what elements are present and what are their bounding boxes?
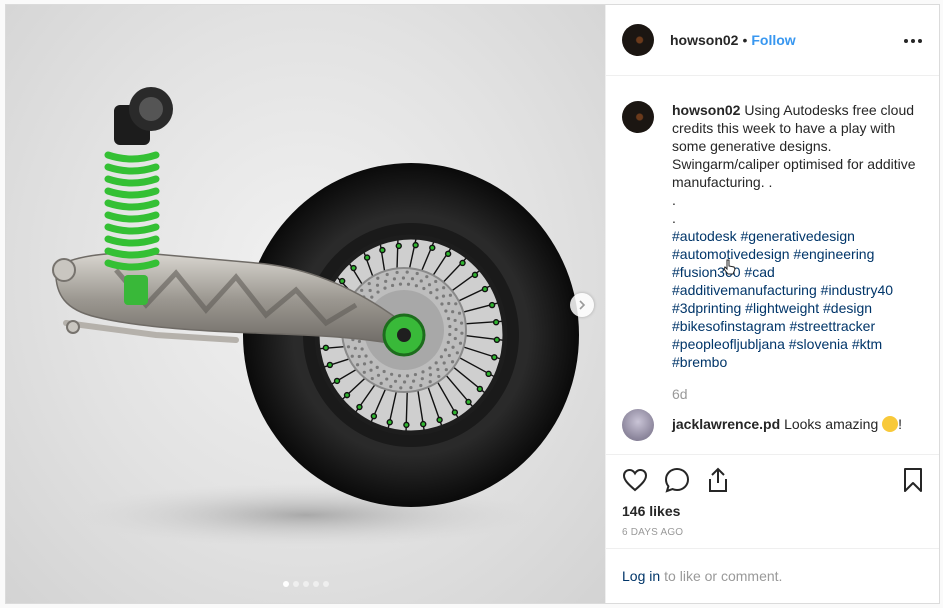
- caption-dot: .: [672, 192, 676, 208]
- carousel-dot: [302, 581, 309, 587]
- caption-body: howson02 Using Autodesks free cloud cred…: [672, 101, 922, 403]
- commenter-avatar[interactable]: [622, 409, 654, 441]
- star-struck-emoji-icon: [882, 416, 899, 432]
- hashtag-link[interactable]: #brembo: [672, 354, 727, 370]
- caption-timestamp[interactable]: 6d: [672, 385, 922, 403]
- separator: •: [742, 32, 748, 48]
- pointer-cursor-icon: [723, 259, 736, 275]
- like-button[interactable]: [622, 468, 648, 492]
- post-card: howson02 • Follow howson02 Using Autodes…: [5, 4, 940, 604]
- avatar[interactable]: [622, 24, 654, 56]
- hashtag-link[interactable]: #ktm: [852, 336, 882, 352]
- comment-item: jacklawrence.pd Looks amazing !: [622, 409, 923, 441]
- comments-section[interactable]: howson02 Using Autodesks free cloud cred…: [606, 77, 939, 453]
- login-prompt: Log in to like or comment.: [606, 548, 939, 603]
- hashtag-link[interactable]: #autodesk: [672, 228, 737, 244]
- hashtag-link[interactable]: #3dprinting: [672, 300, 741, 316]
- comment-button[interactable]: [664, 467, 690, 493]
- post-header: howson02 • Follow: [606, 5, 939, 76]
- hashtags: #autodesk #generativedesign #automotived…: [672, 227, 922, 371]
- more-options-button[interactable]: [903, 31, 923, 51]
- hashtag-link[interactable]: #lightweight: [745, 300, 819, 316]
- follow-button[interactable]: Follow: [751, 32, 795, 48]
- caption-username[interactable]: howson02: [672, 102, 740, 118]
- login-link[interactable]: Log in: [622, 568, 660, 584]
- bookmark-icon: [904, 468, 922, 492]
- hashtag-link[interactable]: #engineering: [793, 246, 874, 262]
- post-date[interactable]: 6 DAYS AGO: [622, 527, 923, 538]
- hashtag-link[interactable]: #slovenia: [789, 336, 848, 352]
- action-bar: 146 likes 6 DAYS AGO: [606, 454, 939, 538]
- carousel-dot: [322, 581, 329, 587]
- share-icon: [709, 467, 727, 492]
- carousel-dot: [292, 581, 299, 587]
- carousel-indicator: [6, 581, 605, 587]
- caption: howson02 Using Autodesks free cloud cred…: [622, 101, 923, 403]
- caption-dot: .: [672, 210, 676, 226]
- comment-body: jacklawrence.pd Looks amazing !: [672, 415, 902, 433]
- carousel-dot: [312, 581, 319, 587]
- comment-suffix: !: [898, 416, 903, 432]
- chevron-right-icon: [579, 300, 586, 310]
- comment-icon: [664, 467, 690, 493]
- heart-icon: [622, 468, 648, 492]
- caption-avatar[interactable]: [622, 101, 654, 133]
- hashtag-link[interactable]: #peopleofljubljana: [672, 336, 785, 352]
- username-link[interactable]: howson02: [670, 32, 738, 48]
- next-slide-button[interactable]: [570, 293, 594, 317]
- hashtag-link[interactable]: #generativedesign: [741, 228, 855, 244]
- post-image[interactable]: [6, 5, 605, 603]
- like-count[interactable]: 146 likes: [622, 503, 923, 519]
- hashtag-link[interactable]: #additivemanufacturing: [672, 282, 817, 298]
- save-button[interactable]: [903, 467, 923, 493]
- hashtag-link[interactable]: #streettracker: [790, 318, 876, 334]
- hashtag-link[interactable]: #cad: [744, 264, 774, 280]
- share-button[interactable]: [706, 467, 730, 493]
- hashtag-link[interactable]: #bikesofinstagram: [672, 318, 786, 334]
- hashtag-link[interactable]: #design: [823, 300, 872, 316]
- hashtag-link[interactable]: #industry40: [821, 282, 893, 298]
- action-icons: [622, 455, 923, 505]
- more-icon-dot: [918, 39, 922, 43]
- login-prompt-text: to like or comment.: [664, 568, 783, 584]
- swingarm-render: [52, 87, 579, 547]
- carousel-dot: [282, 581, 289, 587]
- commenter-username[interactable]: jacklawrence.pd: [672, 416, 780, 432]
- more-icon-dot: [911, 39, 915, 43]
- post-side-panel: howson02 • Follow howson02 Using Autodes…: [605, 5, 939, 603]
- more-icon: [904, 39, 908, 43]
- comment-text: Looks amazing: [784, 416, 879, 432]
